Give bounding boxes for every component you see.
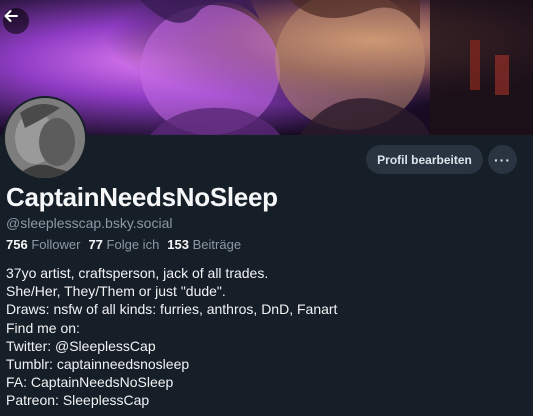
profile-stats: 756 Follower 77 Folge ich 153 Beiträge: [6, 237, 241, 252]
bio-line: Patreon: SleeplessCap: [6, 392, 150, 409]
posts-label: Beiträge: [192, 237, 242, 252]
profile-handle: @sleeplesscap.bsky.social: [6, 215, 173, 231]
posts-count: 153: [167, 237, 189, 252]
bio-line: Twitter: @SleeplessCap: [6, 337, 156, 354]
following-stat[interactable]: 77 Folge ich: [88, 237, 159, 252]
bio-line: Find me on:: [6, 319, 80, 336]
posts-stat: 153 Beiträge: [167, 237, 241, 252]
display-name: CaptainNeedsNoSleep: [6, 182, 278, 212]
followers-label: Follower: [31, 237, 81, 252]
bio-line: 37yo artist, craftsperson, jack of all t…: [6, 265, 269, 281]
more-options-button[interactable]: ···: [488, 145, 517, 174]
edit-profile-button[interactable]: Profil bearbeiten: [366, 145, 483, 174]
avatar-image: [5, 98, 85, 178]
followers-count: 756: [6, 237, 28, 252]
avatar[interactable]: [3, 96, 87, 180]
followers-stat[interactable]: 756 Follower: [6, 237, 80, 252]
back-button[interactable]: [3, 8, 29, 34]
bio-line: FA: CaptainNeedsNoSleep: [6, 374, 174, 391]
profile-bio: 37yo artist, craftsperson, jack of all t…: [6, 264, 337, 410]
bio-line: Tumblr: captainneedsnosleep: [6, 356, 190, 373]
bio-line: Draws: nsfw of all kinds: furries, anthr…: [6, 301, 338, 318]
more-icon: ···: [494, 151, 511, 168]
arrow-left-icon: [4, 10, 18, 22]
bio-line: She/Her, They/Them or just "dude".: [6, 283, 226, 300]
following-label: Folge ich: [106, 237, 160, 252]
following-count: 77: [88, 237, 103, 252]
